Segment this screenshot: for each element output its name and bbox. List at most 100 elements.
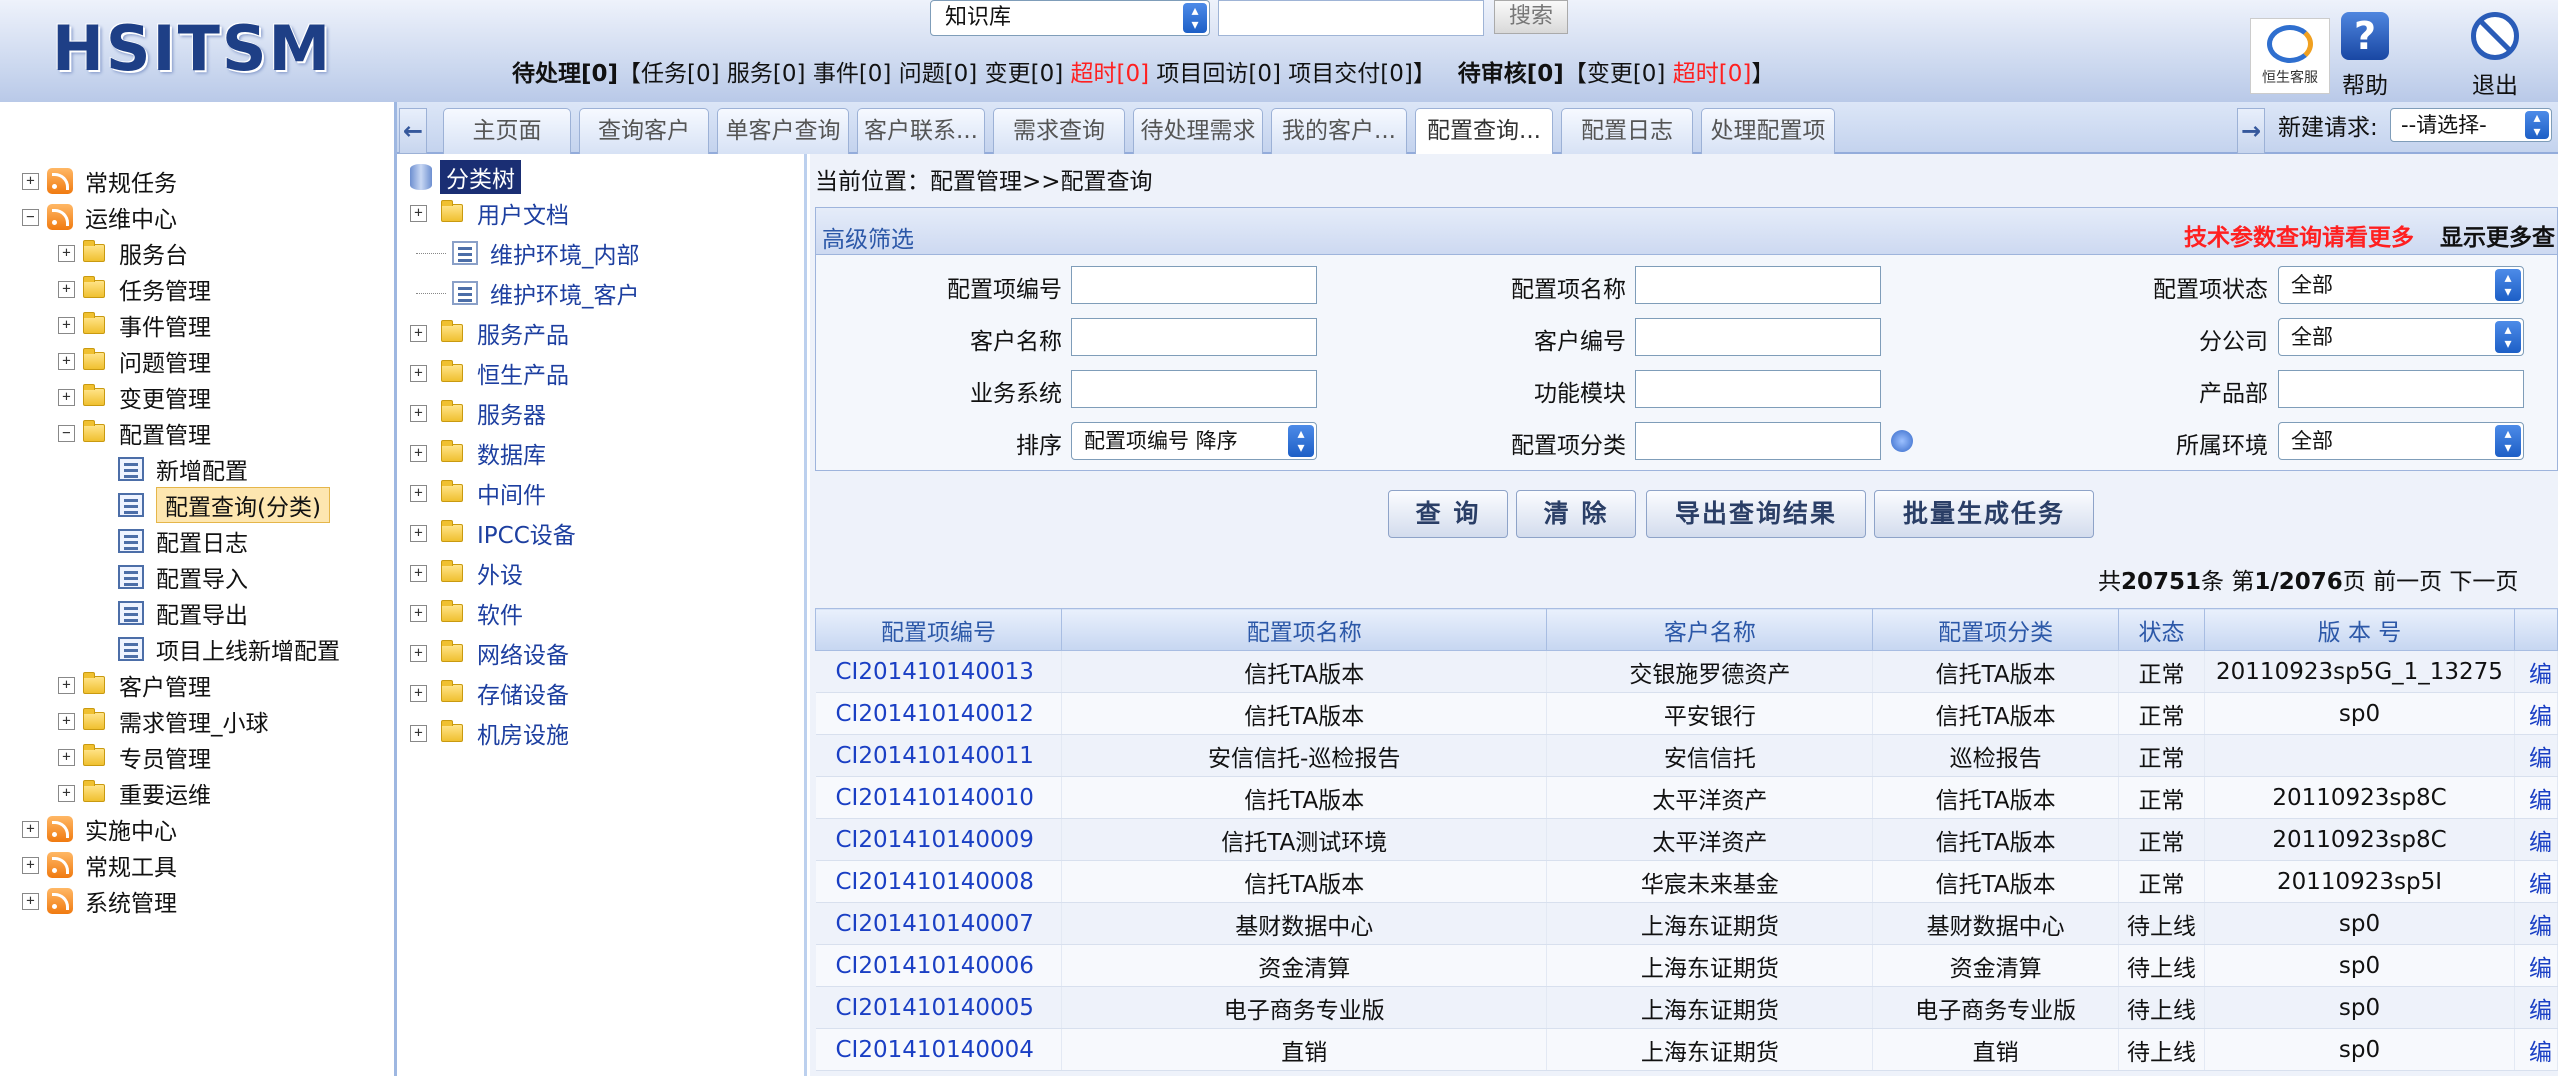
category-item[interactable]: + 机房设施 — [410, 716, 569, 750]
help-button[interactable]: ? 帮助 — [2330, 12, 2400, 100]
category-item[interactable]: + 服务器 — [410, 396, 546, 430]
nav-item-customer-mgmt[interactable]: + 客户管理 — [58, 668, 211, 702]
product-dept-input[interactable] — [2278, 370, 2524, 408]
environment-select[interactable]: 全部 ▴ ▾ — [2278, 422, 2524, 460]
nav-item-event-mgmt[interactable]: + 事件管理 — [58, 308, 211, 342]
ci-no-cell[interactable]: CI201410140011 — [815, 734, 1062, 777]
nav-item-config-log[interactable]: 配置日志 — [118, 524, 248, 558]
nav-item-implementation-center[interactable]: + 实施中心 — [22, 812, 177, 846]
batch-generate-tasks-button[interactable]: 批量生成任务 — [1874, 490, 2094, 538]
pending-detail[interactable]: 【任务[0] 服务[0] 事件[0] 问题[0] 变更[0] — [618, 61, 1070, 87]
nav-item-routine-tasks[interactable]: + 常规任务 — [22, 164, 177, 198]
ci-no-cell[interactable]: CI201410140005 — [815, 986, 1062, 1029]
expand-icon[interactable]: + — [410, 724, 427, 742]
collapse-icon[interactable]: − — [22, 208, 39, 226]
ci-no-input[interactable] — [1071, 266, 1317, 304]
tab-config-log[interactable]: 配置日志 — [1561, 108, 1693, 154]
category-item[interactable]: + 恒生产品 — [410, 356, 569, 390]
expand-icon[interactable]: + — [410, 644, 427, 662]
tab-query-customer[interactable]: 查询客户 — [579, 108, 709, 154]
business-system-input[interactable] — [1071, 370, 1317, 408]
edit-link[interactable]: 编 — [2514, 692, 2558, 735]
nav-item-demand-mgmt[interactable]: + 需求管理_小球 — [58, 704, 269, 738]
category-item[interactable]: + 外设 — [410, 556, 523, 590]
ci-status-select[interactable]: 全部 ▴ ▾ — [2278, 266, 2524, 304]
query-button[interactable]: 查 询 — [1388, 490, 1508, 538]
ci-no-cell[interactable]: CI201410140008 — [815, 860, 1062, 903]
review-detail[interactable]: 【变更[0] — [1564, 61, 1673, 87]
pending-label[interactable]: 待处理 — [512, 61, 581, 87]
nav-item-project-launch-config[interactable]: 项目上线新增配置 — [118, 632, 340, 666]
expand-icon[interactable]: + — [410, 324, 427, 342]
expand-icon[interactable]: + — [410, 444, 427, 462]
collapse-icon[interactable]: − — [58, 424, 75, 442]
nav-item-specialist-mgmt[interactable]: + 专员管理 — [58, 740, 211, 774]
customer-name-input[interactable] — [1071, 318, 1317, 356]
nav-item-task-mgmt[interactable]: + 任务管理 — [58, 272, 211, 306]
category-item[interactable]: + IPCC设备 — [410, 516, 576, 550]
ci-no-cell[interactable]: CI201410140004 — [815, 1028, 1062, 1071]
expand-icon[interactable]: + — [58, 352, 75, 370]
column-header[interactable]: 配置项分类 — [1872, 608, 2120, 651]
tab-config-query[interactable]: 配置查询... — [1415, 108, 1553, 156]
expand-icon[interactable]: + — [410, 524, 427, 542]
review-label[interactable]: 待审核 — [1458, 61, 1527, 87]
tab-pending-demand[interactable]: 待处理需求 — [1133, 108, 1263, 154]
expand-icon[interactable]: + — [410, 364, 427, 382]
edit-link[interactable]: 编 — [2514, 776, 2558, 819]
logout-button[interactable]: 退出 — [2460, 12, 2530, 100]
nav-item-config-mgmt[interactable]: − 配置管理 — [58, 416, 211, 450]
search-input[interactable] — [1218, 0, 1484, 36]
expand-icon[interactable]: + — [58, 784, 75, 802]
knowledge-base-select[interactable]: 知识库 ▴ ▾ — [930, 0, 1210, 36]
clear-button[interactable]: 清 除 — [1516, 490, 1636, 538]
expand-icon[interactable]: + — [410, 604, 427, 622]
nav-item-system-mgmt[interactable]: + 系统管理 — [22, 884, 177, 918]
pager-nav-links[interactable]: 页 前一页 下一页 — [2343, 569, 2519, 595]
expand-icon[interactable]: + — [58, 316, 75, 334]
sort-select[interactable]: 配置项编号 降序 ▴ ▾ — [1071, 422, 1317, 460]
tab-demand-query[interactable]: 需求查询 — [993, 108, 1125, 154]
edit-link[interactable]: 编 — [2514, 902, 2558, 945]
function-module-input[interactable] — [1635, 370, 1881, 408]
expand-icon[interactable]: + — [22, 820, 39, 838]
category-tree-root[interactable]: 分类树 — [410, 160, 521, 194]
search-button[interactable]: 搜索 — [1494, 0, 1568, 34]
tab-customer-contact[interactable]: 客户联系... — [857, 108, 985, 154]
expand-icon[interactable]: + — [410, 684, 427, 702]
ci-no-cell[interactable]: CI201410140006 — [815, 944, 1062, 987]
tab-scroll-right-icon[interactable]: → — [2237, 108, 2265, 154]
category-item[interactable]: 维护环境_客户 — [410, 276, 640, 310]
nav-item-routine-tools[interactable]: + 常规工具 — [22, 848, 177, 882]
customer-no-input[interactable] — [1635, 318, 1881, 356]
tab-home[interactable]: 主页面 — [443, 108, 571, 154]
category-item[interactable]: + 软件 — [410, 596, 523, 630]
column-header[interactable]: 配置项名称 — [1060, 608, 1548, 651]
nav-item-change-mgmt[interactable]: + 变更管理 — [58, 380, 211, 414]
expand-icon[interactable]: + — [410, 484, 427, 502]
category-item[interactable]: + 服务产品 — [410, 316, 569, 350]
category-item[interactable]: 维护环境_内部 — [410, 236, 640, 270]
tab-my-customers[interactable]: 我的客户... — [1271, 108, 1407, 154]
ci-no-cell[interactable]: CI201410140013 — [815, 650, 1062, 693]
nav-item-ops-center[interactable]: − 运维中心 — [22, 200, 177, 234]
category-item[interactable]: + 中间件 — [410, 476, 546, 510]
column-header[interactable]: 版 本 号 — [2204, 608, 2515, 651]
edit-link[interactable]: 编 — [2514, 860, 2558, 903]
category-item[interactable]: + 数据库 — [410, 436, 546, 470]
ci-no-cell[interactable]: CI201410140009 — [815, 818, 1062, 861]
expand-icon[interactable]: + — [58, 388, 75, 406]
branch-select[interactable]: 全部 ▴ ▾ — [2278, 318, 2524, 356]
edit-link[interactable]: 编 — [2514, 986, 2558, 1029]
ci-category-input[interactable] — [1635, 422, 1881, 460]
pending-overdue[interactable]: 超时[0] — [1070, 61, 1149, 87]
expand-icon[interactable]: + — [58, 712, 75, 730]
nav-item-config-export[interactable]: 配置导出 — [118, 596, 248, 630]
category-item[interactable]: + 用户文档 — [410, 196, 569, 230]
expand-icon[interactable]: + — [410, 404, 427, 422]
ci-no-cell[interactable]: CI201410140007 — [815, 902, 1062, 945]
nav-item-config-query[interactable]: 配置查询(分类) — [118, 487, 330, 523]
expand-icon[interactable]: + — [58, 748, 75, 766]
new-request-select[interactable]: --请选择- ▴ ▾ — [2390, 108, 2552, 142]
tab-single-customer-query[interactable]: 单客户查询 — [717, 108, 849, 154]
